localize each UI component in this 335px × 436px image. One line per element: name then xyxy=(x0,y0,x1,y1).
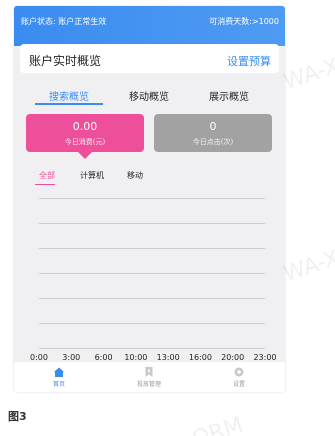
device-tabs: 全部 计算机 移动 xyxy=(14,166,285,186)
chart-gridline xyxy=(39,198,265,199)
device-tab-mobile[interactable]: 移动 xyxy=(127,170,143,181)
today-spend-label: 今日消费(元) xyxy=(64,138,106,146)
chart-gridline xyxy=(39,323,265,324)
today-spend-card[interactable]: 0.00 今日消费(元) xyxy=(26,114,144,152)
x-tick-label: 10:00 xyxy=(124,353,148,362)
tab-display-overview[interactable]: 展示概览 xyxy=(209,88,249,103)
figure-caption: 图3 xyxy=(8,410,27,423)
bottom-nav: 首页 投放管理 设置 xyxy=(14,362,285,392)
tab-mobile-overview[interactable]: 移动概览 xyxy=(129,88,169,103)
overview-tabs: 搜索概览 移动概览 展示概览 xyxy=(14,82,285,108)
selected-stat-pointer xyxy=(78,152,92,159)
x-tick-label: 20:00 xyxy=(221,353,245,362)
gear-icon xyxy=(234,367,244,377)
x-tick-label: 0:00 xyxy=(30,353,48,362)
x-tick-label: 23:00 xyxy=(253,353,277,362)
overview-card: 账户实时概览 设置预算 xyxy=(20,44,279,73)
chart-gridline xyxy=(39,298,265,299)
today-spend-value: 0.00 xyxy=(72,120,98,133)
watermark: WA-X xyxy=(280,245,335,288)
chart-gridline xyxy=(39,348,265,349)
chart-gridline xyxy=(39,273,265,274)
active-tab-indicator xyxy=(35,103,103,105)
chart-gridline xyxy=(39,248,265,249)
bookmark-icon xyxy=(145,367,153,377)
watermark: WA-X xyxy=(280,53,335,96)
hourly-chart: 0:00 3:00 6:00 10:00 13:00 16:00 20:00 23:00 xyxy=(14,186,285,366)
chart-gridline xyxy=(39,223,265,224)
today-clicks-value: 0 xyxy=(209,120,217,133)
nav-campaign-management[interactable]: 投放管理 xyxy=(119,366,179,388)
x-tick-label: 3:00 xyxy=(62,353,81,362)
watermark: ORM xyxy=(189,412,247,436)
account-status-bar: 账户状态: 账户正常生效 可消费天数:>1000 xyxy=(14,6,285,46)
x-tick-label: 6:00 xyxy=(94,353,113,362)
x-tick-label: 16:00 xyxy=(188,353,212,362)
nav-home[interactable]: 首页 xyxy=(29,366,89,388)
active-device-indicator xyxy=(35,184,55,185)
x-tick-label: 13:00 xyxy=(156,353,180,362)
nav-settings-label: 设置 xyxy=(232,381,245,388)
nav-campaign-management-label: 投放管理 xyxy=(136,381,161,388)
today-clicks-label: 今日点击(次) xyxy=(192,138,234,146)
tab-search-overview[interactable]: 搜索概览 xyxy=(49,88,89,103)
account-status-text: 账户状态: 账户正常生效 xyxy=(21,17,107,26)
device-tab-all[interactable]: 全部 xyxy=(39,170,55,181)
set-budget-link[interactable]: 设置预算 xyxy=(227,53,271,69)
today-clicks-card[interactable]: 0 今日点击(次) xyxy=(154,114,272,152)
overview-title: 账户实时概览 xyxy=(29,54,102,68)
nav-settings[interactable]: 设置 xyxy=(209,366,269,388)
home-icon xyxy=(54,367,64,377)
phone-screen: 账户状态: 账户正常生效 可消费天数:>1000 账户实时概览 设置预算 搜索概… xyxy=(14,6,285,392)
device-tab-computer[interactable]: 计算机 xyxy=(80,170,104,181)
nav-home-label: 首页 xyxy=(52,381,65,388)
days-available-text: 可消费天数:>1000 xyxy=(209,17,279,26)
